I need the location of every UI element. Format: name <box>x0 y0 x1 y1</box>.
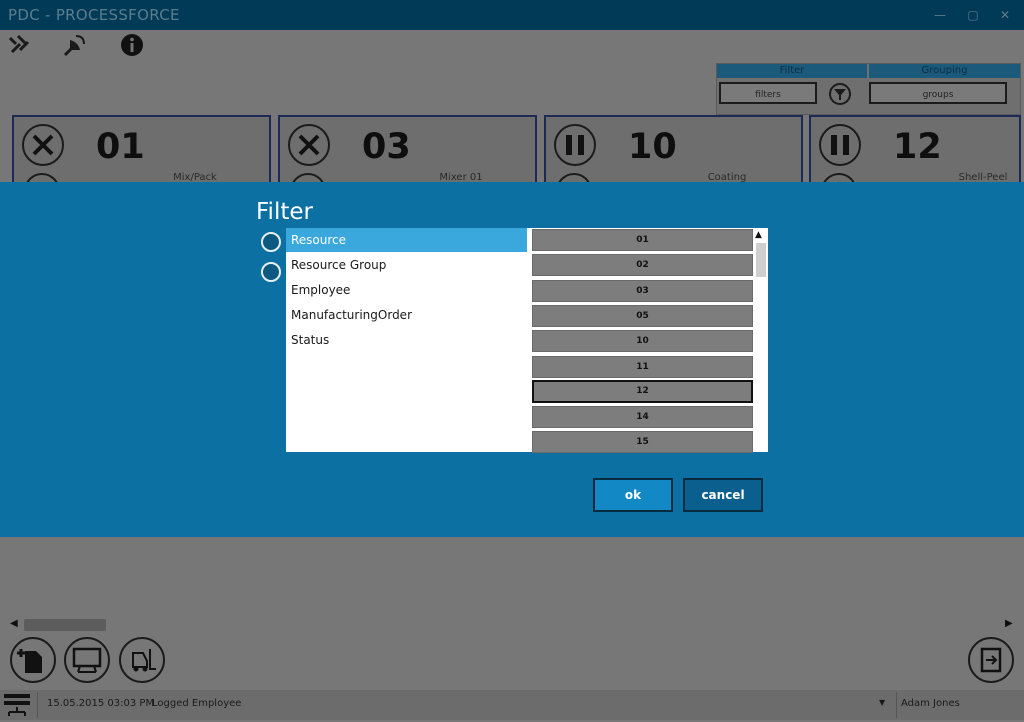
filters-button[interactable]: filters <box>719 82 817 104</box>
machine-number: 12 <box>893 127 942 167</box>
value-item[interactable]: 02 <box>532 254 753 276</box>
value-item[interactable]: 11 <box>532 355 753 378</box>
info-icon[interactable] <box>119 32 145 58</box>
category-item-status[interactable]: Status <box>286 328 527 352</box>
filter-grouping-panel: Filter Grouping filters groups <box>716 63 1021 115</box>
status-datetime: 15.05.2015 03:03 PM <box>47 698 155 709</box>
add-document-button[interactable] <box>10 637 56 683</box>
scroll-right-icon[interactable]: ▶ <box>1005 618 1013 629</box>
scroll-left-icon[interactable]: ◀ <box>10 618 18 629</box>
network-icon <box>3 692 31 718</box>
app-title: PDC - PROCESSFORCE <box>8 6 180 24</box>
monitor-icon <box>72 647 102 673</box>
filter-radio-icon[interactable] <box>261 232 281 252</box>
category-item-resource-group[interactable]: Resource Group <box>286 253 527 277</box>
machine-number: 10 <box>628 127 677 167</box>
chevron-down-icon[interactable]: ▼ <box>879 698 885 707</box>
pause-icon <box>819 124 861 166</box>
pause-icon <box>554 124 596 166</box>
cancel-button[interactable]: cancel <box>683 478 763 512</box>
category-item-employee[interactable]: Employee <box>286 278 527 302</box>
filter-header: Filter <box>717 64 867 78</box>
status-employee-label: Logged Employee <box>152 698 242 709</box>
status-employee-name: Adam Jones <box>901 698 960 709</box>
scrollbar-thumb[interactable] <box>756 243 766 277</box>
funnel-icon[interactable] <box>829 83 851 105</box>
maximize-button[interactable]: ▢ <box>964 8 982 22</box>
value-item[interactable]: 15 <box>532 431 753 453</box>
monitor-button[interactable] <box>64 637 110 683</box>
value-item[interactable]: 05 <box>532 305 753 327</box>
machine-number: 01 <box>96 127 145 167</box>
category-item-resource[interactable]: Resource <box>286 228 527 252</box>
groups-button[interactable]: groups <box>869 82 1007 104</box>
tools-icon[interactable] <box>6 32 32 58</box>
machine-number: 03 <box>362 127 411 167</box>
category-item-manufacturing-order[interactable]: ManufacturingOrder <box>286 303 527 327</box>
tools-icon <box>22 124 64 166</box>
value-item[interactable]: 10 <box>532 330 753 352</box>
filter-radio-icon[interactable] <box>261 262 281 282</box>
forklift-button[interactable] <box>119 637 165 683</box>
horizontal-scrollbar-thumb[interactable] <box>24 619 106 631</box>
scroll-up-icon[interactable]: ▲ <box>755 230 762 240</box>
tools-icon <box>288 124 330 166</box>
ok-button[interactable]: ok <box>593 478 673 512</box>
value-item[interactable]: 03 <box>532 279 753 302</box>
close-button[interactable]: ✕ <box>996 8 1014 22</box>
value-item[interactable]: 01 <box>532 229 753 251</box>
satellite-icon[interactable] <box>62 32 88 58</box>
grouping-header: Grouping <box>869 64 1020 78</box>
status-separator <box>896 692 897 718</box>
dialog-title: Filter <box>256 199 313 225</box>
value-item[interactable]: 14 <box>532 406 753 428</box>
add-document-icon <box>17 649 42 673</box>
logout-button[interactable] <box>968 637 1014 683</box>
status-separator <box>37 692 38 718</box>
filter-list-box: Resource Resource Group Employee Manufac… <box>286 228 768 453</box>
logout-icon <box>980 647 1002 673</box>
minimize-button[interactable]: — <box>931 8 949 22</box>
value-item-focused[interactable]: 12 <box>532 380 753 403</box>
forklift-icon <box>132 649 156 672</box>
